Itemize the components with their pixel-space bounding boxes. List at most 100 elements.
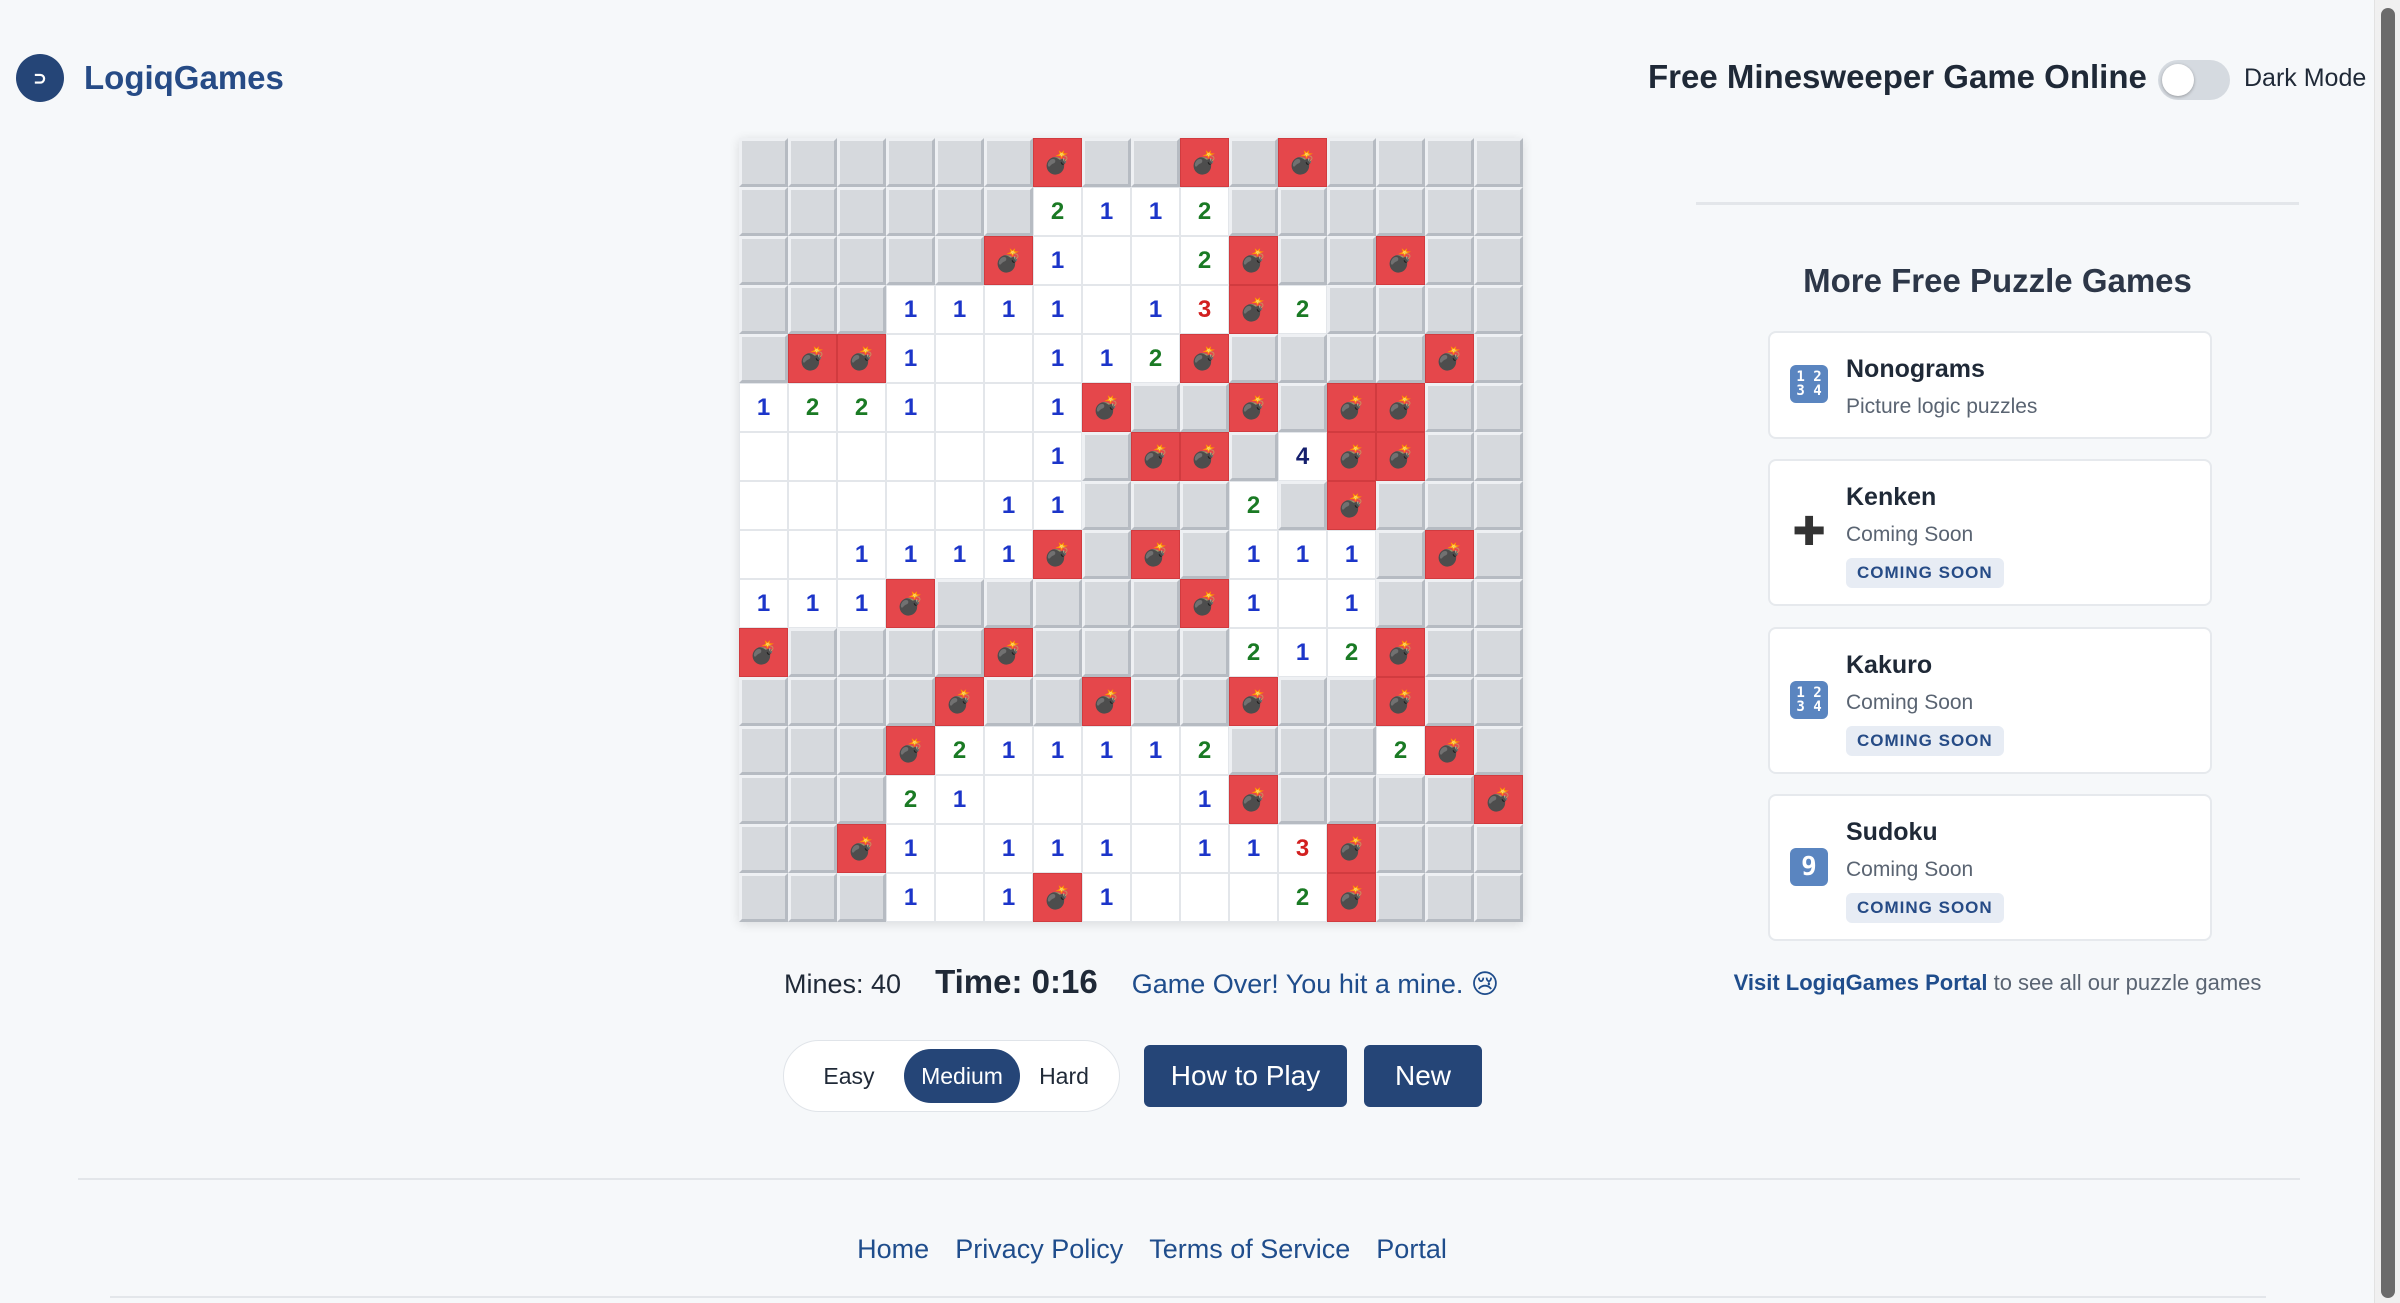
revealed-empty-cell[interactable] [1082, 236, 1131, 285]
revealed-number-cell[interactable]: 1 [1033, 726, 1082, 775]
revealed-number-cell[interactable]: 1 [1180, 824, 1229, 873]
revealed-empty-cell[interactable] [935, 481, 984, 530]
hidden-cell[interactable] [1376, 481, 1425, 530]
hidden-cell[interactable] [1180, 677, 1229, 726]
footer-link-portal[interactable]: Portal [1376, 1234, 1447, 1265]
hidden-cell[interactable] [1180, 481, 1229, 530]
difficulty-easy-button[interactable]: Easy [794, 1049, 904, 1103]
hidden-cell[interactable] [1278, 334, 1327, 383]
hidden-cell[interactable] [1425, 873, 1474, 922]
mine-cell[interactable]: 💣 [788, 334, 837, 383]
revealed-number-cell[interactable]: 1 [984, 726, 1033, 775]
hidden-cell[interactable] [837, 726, 886, 775]
hidden-cell[interactable] [1425, 579, 1474, 628]
revealed-number-cell[interactable]: 1 [1229, 579, 1278, 628]
hidden-cell[interactable] [1131, 481, 1180, 530]
hidden-cell[interactable] [1474, 383, 1523, 432]
mine-cell[interactable]: 💣 [1033, 530, 1082, 579]
mine-cell[interactable]: 💣 [1180, 579, 1229, 628]
hidden-cell[interactable] [1180, 383, 1229, 432]
revealed-number-cell[interactable]: 1 [1082, 334, 1131, 383]
hidden-cell[interactable] [788, 726, 837, 775]
hidden-cell[interactable] [1082, 530, 1131, 579]
hidden-cell[interactable] [1131, 383, 1180, 432]
hidden-cell[interactable] [837, 138, 886, 187]
revealed-number-cell[interactable]: 1 [1082, 726, 1131, 775]
revealed-empty-cell[interactable] [1229, 873, 1278, 922]
revealed-number-cell[interactable]: 1 [935, 285, 984, 334]
revealed-empty-cell[interactable] [1278, 579, 1327, 628]
hidden-cell[interactable] [1474, 432, 1523, 481]
hidden-cell[interactable] [984, 138, 1033, 187]
hidden-cell[interactable] [788, 285, 837, 334]
mine-cell[interactable]: 💣 [1229, 775, 1278, 824]
hidden-cell[interactable] [1425, 432, 1474, 481]
hidden-cell[interactable] [1474, 677, 1523, 726]
revealed-empty-cell[interactable] [1180, 873, 1229, 922]
revealed-number-cell[interactable]: 2 [788, 383, 837, 432]
revealed-number-cell[interactable]: 1 [1033, 334, 1082, 383]
mine-cell[interactable]: 💣 [1376, 432, 1425, 481]
mine-cell[interactable]: 💣 [886, 726, 935, 775]
hidden-cell[interactable] [1327, 775, 1376, 824]
revealed-number-cell[interactable]: 1 [1082, 873, 1131, 922]
hidden-cell[interactable] [1474, 530, 1523, 579]
revealed-number-cell[interactable]: 1 [1033, 481, 1082, 530]
revealed-empty-cell[interactable] [984, 334, 1033, 383]
revealed-number-cell[interactable]: 1 [1033, 383, 1082, 432]
hidden-cell[interactable] [1278, 775, 1327, 824]
revealed-empty-cell[interactable] [1131, 775, 1180, 824]
revealed-number-cell[interactable]: 1 [984, 530, 1033, 579]
hidden-cell[interactable] [984, 187, 1033, 236]
revealed-number-cell[interactable]: 1 [739, 383, 788, 432]
hidden-cell[interactable] [1327, 726, 1376, 775]
hidden-cell[interactable] [886, 187, 935, 236]
mine-cell[interactable]: 💣 [1425, 726, 1474, 775]
revealed-number-cell[interactable]: 2 [1278, 285, 1327, 334]
hidden-cell[interactable] [788, 677, 837, 726]
hidden-cell[interactable] [739, 775, 788, 824]
hidden-cell[interactable] [1474, 873, 1523, 922]
revealed-number-cell[interactable]: 2 [1131, 334, 1180, 383]
hidden-cell[interactable] [1425, 775, 1474, 824]
hidden-cell[interactable] [1278, 236, 1327, 285]
mine-cell[interactable]: 💣 [1033, 138, 1082, 187]
mine-cell[interactable]: 💣 [1327, 873, 1376, 922]
hidden-cell[interactable] [935, 187, 984, 236]
revealed-empty-cell[interactable] [739, 481, 788, 530]
revealed-number-cell[interactable]: 2 [1180, 187, 1229, 236]
mine-cell[interactable]: 💣 [1131, 432, 1180, 481]
mine-cell[interactable]: 💣 [1229, 383, 1278, 432]
revealed-empty-cell[interactable] [837, 432, 886, 481]
revealed-empty-cell[interactable] [886, 481, 935, 530]
hidden-cell[interactable] [1474, 481, 1523, 530]
revealed-number-cell[interactable]: 1 [1033, 824, 1082, 873]
revealed-number-cell[interactable]: 1 [1131, 726, 1180, 775]
hidden-cell[interactable] [1082, 138, 1131, 187]
revealed-number-cell[interactable]: 1 [1033, 236, 1082, 285]
revealed-number-cell[interactable]: 2 [1033, 187, 1082, 236]
hidden-cell[interactable] [788, 873, 837, 922]
hidden-cell[interactable] [1474, 285, 1523, 334]
hidden-cell[interactable] [1376, 775, 1425, 824]
revealed-empty-cell[interactable] [1131, 824, 1180, 873]
mine-cell[interactable]: 💣 [1180, 138, 1229, 187]
revealed-empty-cell[interactable] [837, 481, 886, 530]
hidden-cell[interactable] [1033, 579, 1082, 628]
hidden-cell[interactable] [1278, 383, 1327, 432]
revealed-empty-cell[interactable] [739, 432, 788, 481]
hidden-cell[interactable] [837, 873, 886, 922]
hidden-cell[interactable] [788, 628, 837, 677]
hidden-cell[interactable] [1327, 138, 1376, 187]
hidden-cell[interactable] [1425, 383, 1474, 432]
new-game-button[interactable]: New [1364, 1045, 1482, 1107]
mine-cell[interactable]: 💣 [1327, 481, 1376, 530]
revealed-number-cell[interactable]: 1 [935, 775, 984, 824]
revealed-number-cell[interactable]: 1 [886, 383, 935, 432]
hidden-cell[interactable] [1278, 481, 1327, 530]
hidden-cell[interactable] [788, 138, 837, 187]
hidden-cell[interactable] [739, 726, 788, 775]
hidden-cell[interactable] [1376, 138, 1425, 187]
hidden-cell[interactable] [1131, 677, 1180, 726]
hidden-cell[interactable] [1082, 579, 1131, 628]
